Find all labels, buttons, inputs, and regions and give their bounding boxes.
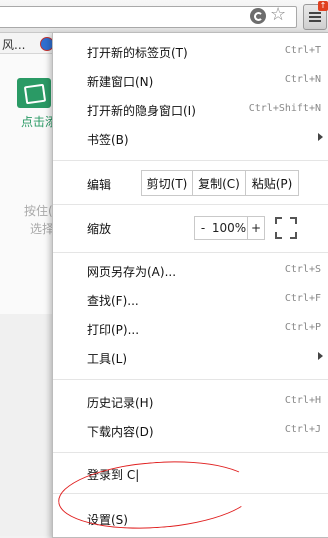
menu-item-shortcut: Ctrl+S (284, 264, 321, 275)
hint-text-2: 选择 (30, 222, 55, 236)
fullscreen-icon[interactable] (275, 217, 297, 239)
menu-item-downloads[interactable]: 下载内容(D) Ctrl+J (53, 418, 328, 444)
menu-item-label: 历史记录(H) (87, 396, 154, 410)
menu-item-label: 打开新的隐身窗口(I) (87, 104, 196, 118)
menu-separator (53, 452, 328, 453)
app-panel: 点击添 (0, 54, 57, 314)
paste-button[interactable]: 粘贴(P) (245, 170, 299, 196)
menu-separator (53, 204, 328, 205)
zoom-level: 100% (211, 216, 247, 240)
menu-item-label: 下载内容(D) (87, 425, 154, 439)
hamburger-icon (309, 12, 321, 14)
menu-item-label: 打印(P)... (87, 323, 140, 337)
menu-item-label: 书签(B) (87, 133, 129, 147)
copy-button[interactable]: 复制(C) (192, 170, 246, 196)
menu-item-label: 工具(L) (87, 352, 128, 366)
menu-item-print[interactable]: 打印(P)... Ctrl+P (53, 316, 328, 342)
menu-item-history[interactable]: 历史记录(H) Ctrl+H (53, 389, 328, 415)
menu-row-edit: 编辑 剪切(T) 复制(C) 粘贴(P) (53, 170, 328, 196)
cut-button[interactable]: 剪切(T) (141, 170, 193, 196)
app-store-icon[interactable] (17, 78, 51, 108)
menu-item-shortcut: Ctrl+P (284, 322, 321, 333)
hint-text: 按住( (24, 204, 53, 218)
menu-item-tools[interactable]: 工具(L) (53, 345, 328, 371)
edit-label: 编辑 (87, 178, 112, 192)
menu-item-shortcut: Ctrl+J (284, 424, 321, 435)
menu-item-new-tab[interactable]: 打开新的标签页(T) Ctrl+T (53, 39, 328, 65)
menu-item-label: 打开新的标签页(T) (87, 46, 188, 60)
menu-item-find[interactable]: 查找(F)... Ctrl+F (53, 287, 328, 313)
bookmark-star-icon[interactable]: ☆ (270, 5, 286, 25)
zoom-in-button[interactable]: + (247, 216, 265, 240)
menu-item-label: 查找(F)... (87, 294, 139, 308)
menu-separator (53, 252, 328, 253)
submenu-arrow-icon (318, 133, 323, 141)
zoom-label: 缩放 (87, 222, 112, 236)
menu-separator (53, 160, 328, 161)
menu-button[interactable]: ↑ (303, 1, 328, 30)
update-badge: ↑ (318, 1, 328, 11)
reload-icon[interactable] (250, 8, 266, 24)
menu-item-shortcut: Ctrl+N (284, 74, 321, 85)
zoom-out-button[interactable]: - (194, 216, 212, 240)
menu-item-shortcut: Ctrl+F (284, 293, 321, 304)
menu-item-shortcut: Ctrl+H (284, 395, 321, 406)
menu-item-shortcut: Ctrl+Shift+N (248, 103, 321, 114)
menu-item-shortcut: Ctrl+T (284, 45, 321, 56)
menu-item-new-window[interactable]: 新建窗口(N) Ctrl+N (53, 68, 328, 94)
browser-toolbar: ☆ ↑ (0, 0, 328, 33)
bookmark-item[interactable]: 风... (2, 36, 25, 53)
menu-item-save-as[interactable]: 网页另存为(A)... Ctrl+S (53, 258, 328, 284)
menu-item-label: 网页另存为(A)... (87, 265, 177, 279)
submenu-arrow-icon (318, 352, 323, 360)
menu-separator (53, 379, 328, 380)
menu-item-incognito[interactable]: 打开新的隐身窗口(I) Ctrl+Shift+N (53, 97, 328, 123)
menu-row-zoom: 缩放 - 100% + (53, 214, 328, 242)
menu-item-label: 新建窗口(N) (87, 75, 154, 89)
menu-item-bookmarks[interactable]: 书签(B) (53, 126, 328, 152)
